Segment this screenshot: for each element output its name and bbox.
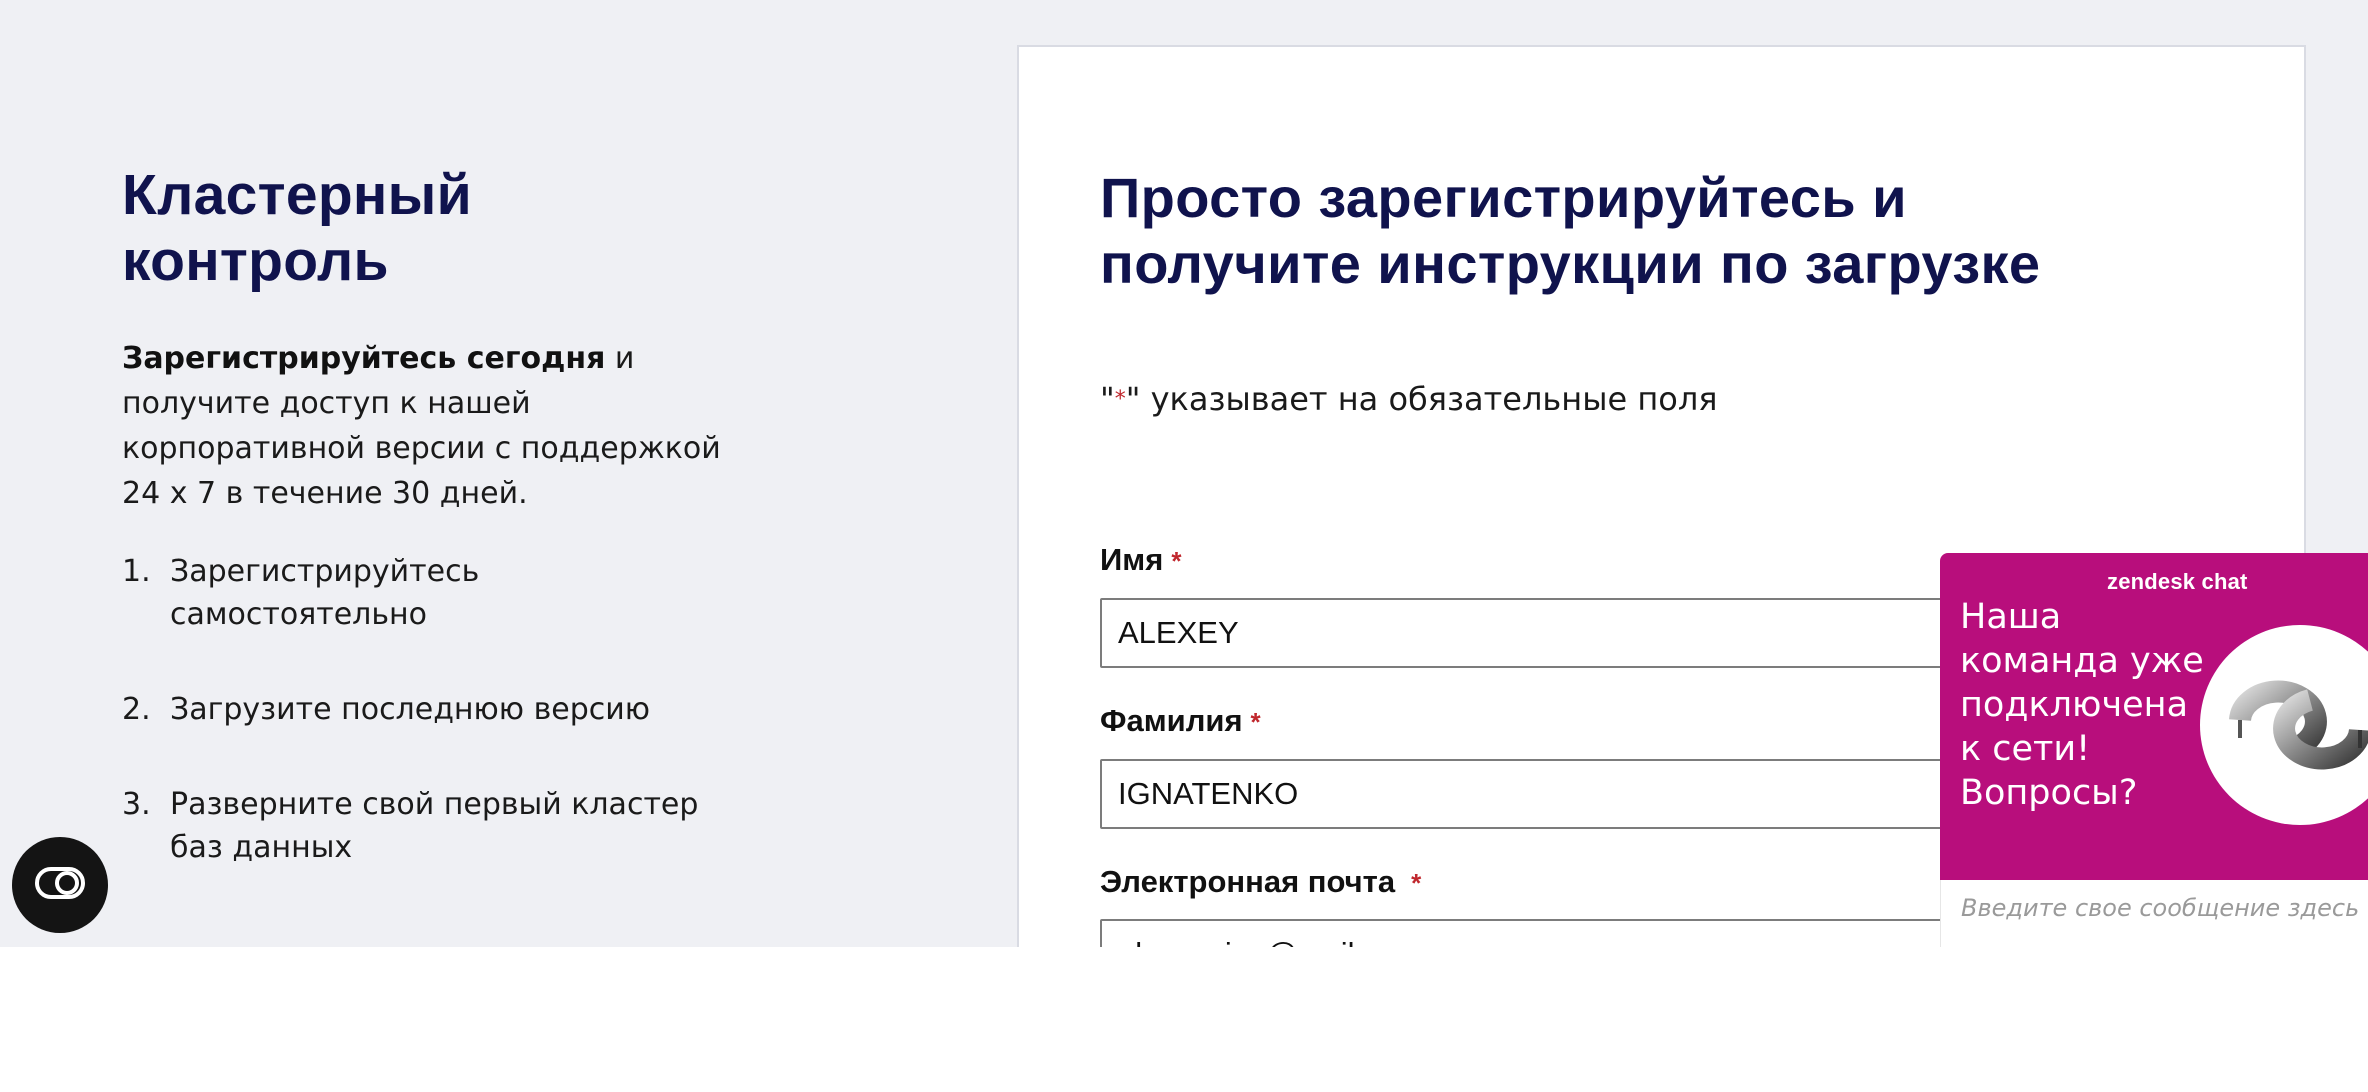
chat-avatar <box>2200 625 2368 825</box>
form-title: Просто зарегистрируйтесь и получите инст… <box>1100 165 2250 297</box>
accessibility-toggle-icon <box>34 866 86 905</box>
promo-title: Кластерный контроль <box>122 162 762 294</box>
step-item: 3. Разверните свой первый кластер баз да… <box>122 783 762 869</box>
required-marker: * <box>1411 868 1422 898</box>
chat-input-row <box>1940 880 2368 947</box>
required-note-open: " <box>1100 380 1115 418</box>
chat-brand-label: zendesk chat <box>2107 569 2248 594</box>
required-note-text: " указывает на обязательные поля <box>1125 380 1718 418</box>
accessibility-button[interactable] <box>12 837 108 933</box>
email-label: Электронная почта * <box>1100 864 1421 900</box>
required-fields-note: "*" указывает на обязательные поля <box>1100 380 1718 418</box>
required-marker: * <box>1250 707 1261 737</box>
steps-list: 1. Зарегистрируйтесь самостоятельно 2. З… <box>122 550 762 869</box>
chat-widget[interactable]: zendesk chat Наша команда уже подключена… <box>1940 553 2368 947</box>
step-item: 2. Загрузите последнюю версию <box>122 688 762 731</box>
step-number: 1. <box>122 554 151 589</box>
promo-description: Зарегистрируйтесь сегодня и получите дос… <box>122 336 742 516</box>
step-text: Разверните свой первый кластер баз данны… <box>170 787 699 865</box>
promo-title-line1: Кластерный <box>122 163 472 227</box>
zendesk-logo-icon <box>2200 680 2368 825</box>
promo-section: Кластерный контроль Зарегистрируйтесь се… <box>122 162 762 921</box>
step-text: Загрузите последнюю версию <box>170 692 651 727</box>
chat-message-input[interactable] <box>1961 894 2361 922</box>
required-marker: * <box>1171 546 1182 576</box>
page-viewport: Кластерный контроль Зарегистрируйтесь се… <box>0 0 2368 947</box>
step-text: Зарегистрируйтесь самостоятельно <box>170 554 480 632</box>
last-name-label-text: Фамилия <box>1100 703 1243 738</box>
first-name-label-text: Имя <box>1100 542 1164 577</box>
step-item: 1. Зарегистрируйтесь самостоятельно <box>122 550 762 636</box>
form-title-line2: получите инструкции по загрузке <box>1100 232 2041 295</box>
required-note-star: * <box>1114 387 1126 412</box>
form-title-line1: Просто зарегистрируйтесь и <box>1100 166 1907 229</box>
email-label-text: Электронная почта <box>1100 864 1396 899</box>
step-number: 3. <box>122 787 151 822</box>
step-number: 2. <box>122 692 151 727</box>
first-name-label: Имя * <box>1100 542 1181 578</box>
promo-title-line2: контроль <box>122 229 389 293</box>
last-name-label: Фамилия * <box>1100 703 1261 739</box>
chat-greeting: Наша команда уже подключена к сети! Вопр… <box>1960 597 2204 813</box>
promo-description-bold: Зарегистрируйтесь сегодня <box>122 341 606 376</box>
chat-header[interactable]: zendesk chat Наша команда уже подключена… <box>1940 553 2368 880</box>
